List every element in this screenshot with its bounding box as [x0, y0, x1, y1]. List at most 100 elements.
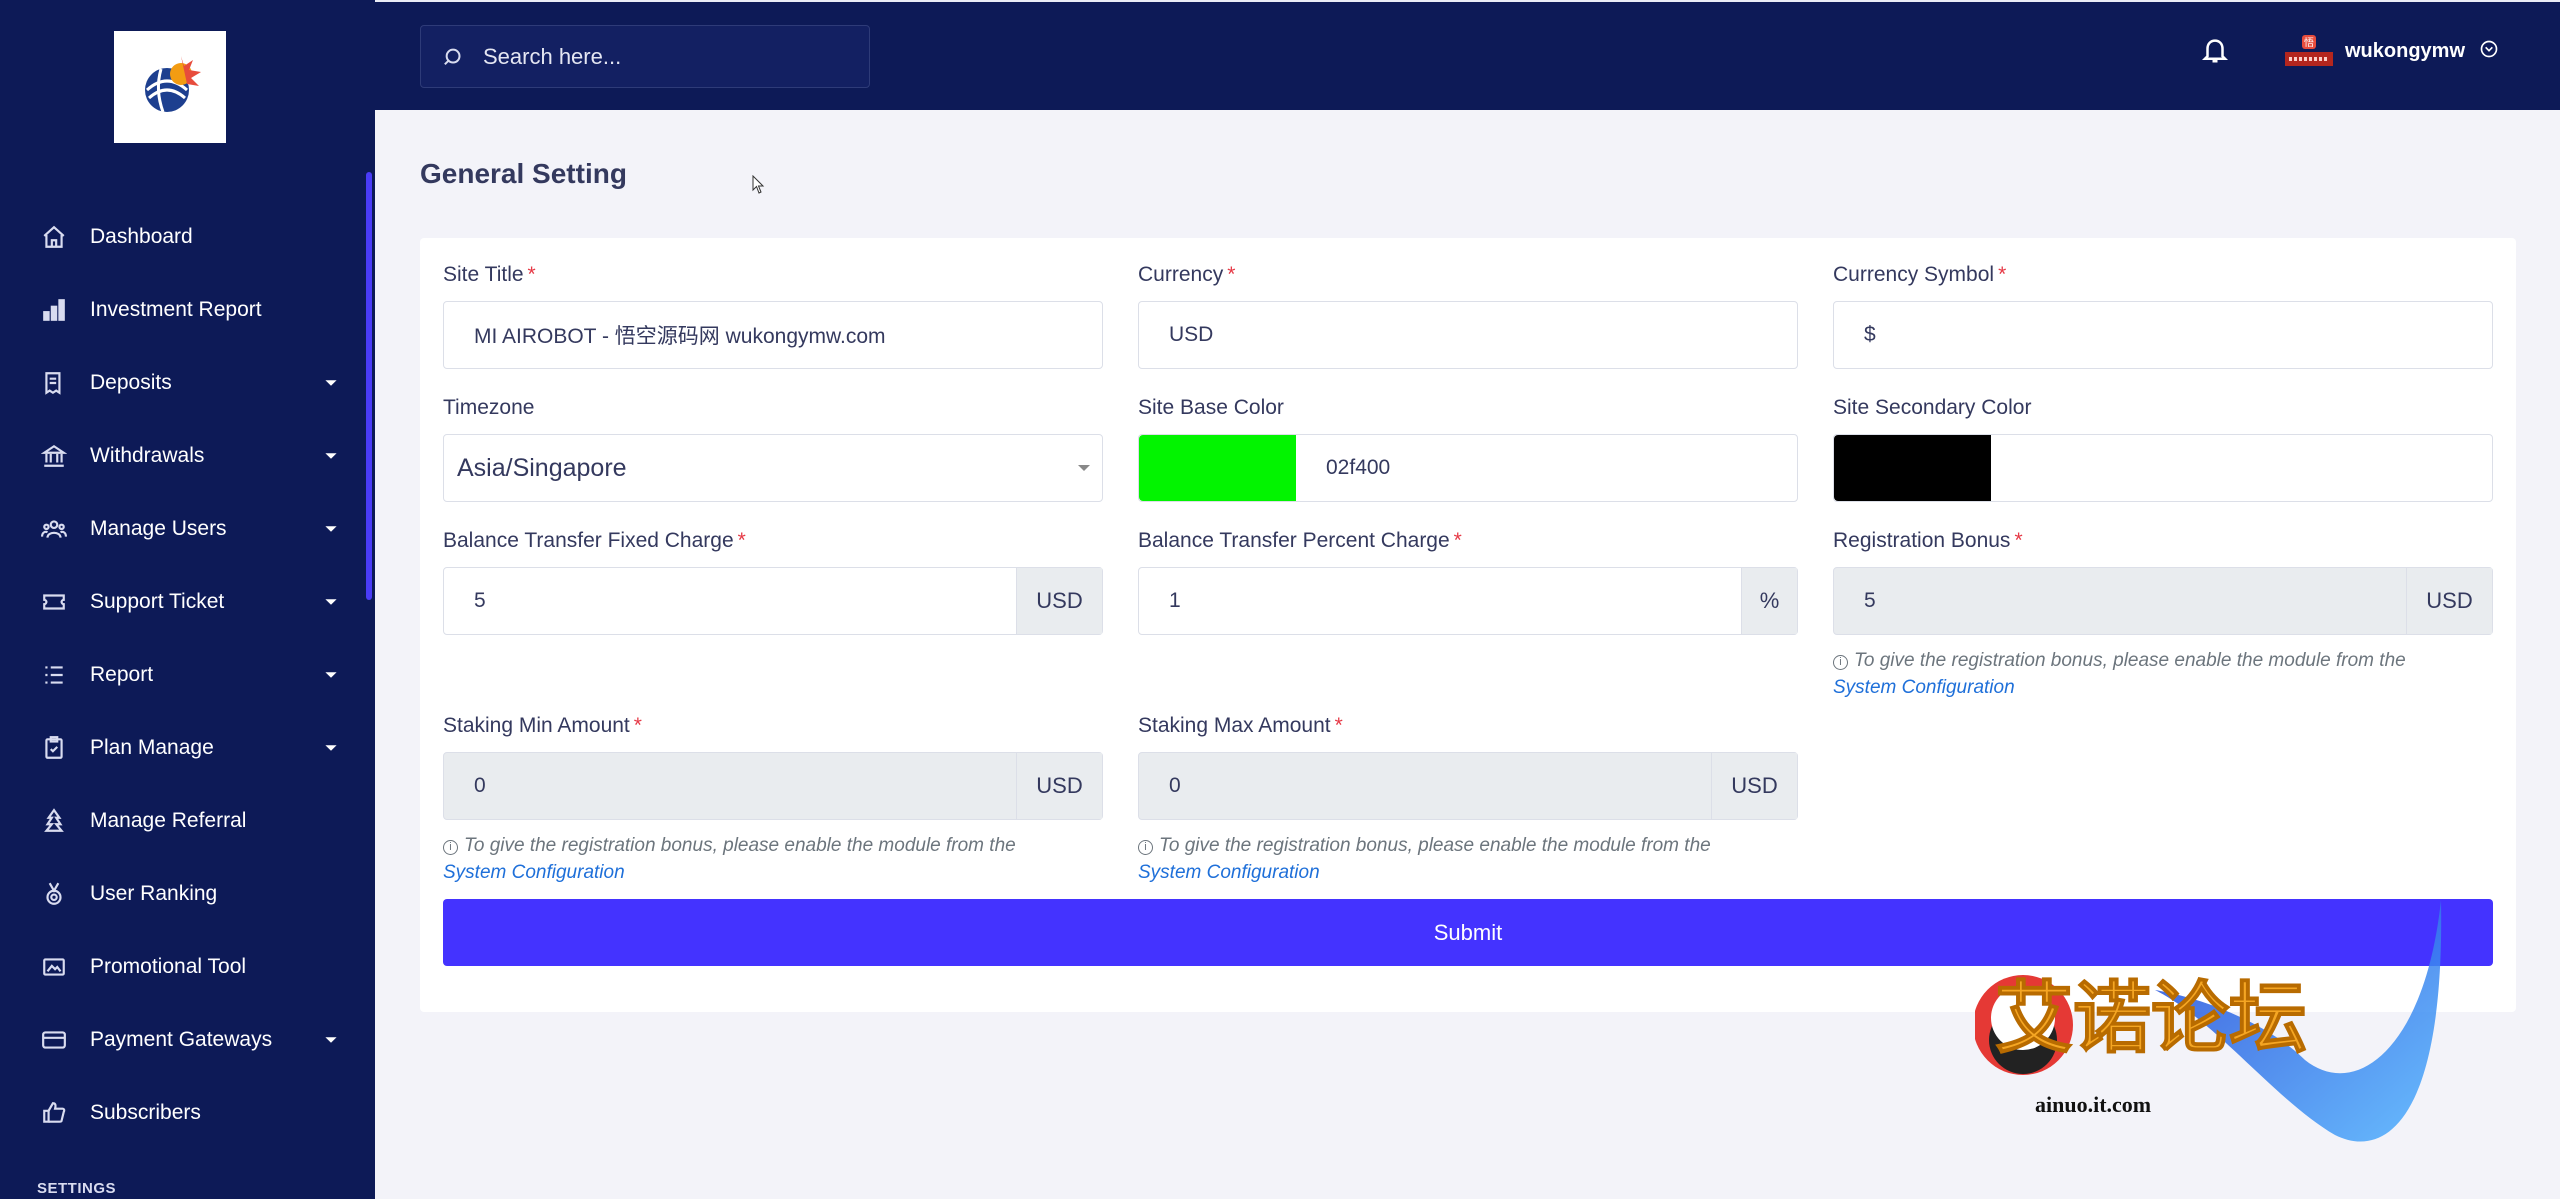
- sidebar-item-report[interactable]: Report: [0, 638, 366, 711]
- info-icon: i: [1138, 840, 1153, 855]
- bt-fixed-input[interactable]: 5 USD: [443, 567, 1103, 635]
- sidebar-item-plan-manage[interactable]: Plan Manage: [0, 711, 366, 784]
- sidebar-item-deposits[interactable]: Deposits: [0, 346, 366, 419]
- bt-fixed-value: 5: [474, 589, 486, 612]
- chevron-down-icon: [324, 741, 337, 753]
- staking-max-help: i To give the registration bonus, please …: [1138, 832, 1798, 886]
- required-mark: *: [1334, 714, 1343, 737]
- sidebar-item-promotional-tool[interactable]: Promotional Tool: [0, 930, 366, 1003]
- system-configuration-link[interactable]: System Configuration: [1833, 677, 2015, 698]
- required-mark: *: [527, 263, 536, 286]
- general-setting-form: Site Title * MI AIROBOT - 悟空源码网 wukongymw…: [420, 238, 2516, 1012]
- timezone-label: Timezone: [443, 396, 535, 419]
- currency-field: Currency * USD: [1138, 263, 1798, 369]
- search-input[interactable]: [483, 43, 863, 70]
- sidebar-item-label: Dashboard: [90, 224, 193, 248]
- secondary-color-swatch[interactable]: [1834, 435, 1991, 501]
- staking-max-value: 0: [1169, 774, 1181, 797]
- username: wukongymw: [2345, 39, 2466, 62]
- currency-addon: USD: [1711, 753, 1797, 819]
- registration-bonus-field: Registration Bonus * 5 USD i To give the re…: [1833, 529, 2493, 701]
- currency-addon: USD: [2406, 568, 2492, 634]
- sidebar-item-withdrawals[interactable]: Withdrawals: [0, 419, 366, 492]
- site-logo[interactable]: [114, 31, 226, 143]
- site-base-color-input[interactable]: 02f400: [1138, 434, 1798, 502]
- reg-bonus-label: Registration Bonus: [1833, 529, 2011, 552]
- sidebar-item-manage-users[interactable]: Manage Users: [0, 492, 366, 565]
- currency-symbol-label: Currency Symbol: [1833, 263, 1995, 286]
- sidebar-item-label: Manage Referral: [90, 808, 247, 832]
- sidebar-item-payment-gateways[interactable]: Payment Gateways: [0, 1003, 366, 1076]
- help-text: To give the registration bonus, please e…: [1159, 835, 1711, 856]
- sidebar-item-label: Promotional Tool: [90, 954, 247, 978]
- system-configuration-link[interactable]: System Configuration: [1138, 862, 1320, 883]
- search-box[interactable]: [420, 25, 870, 88]
- currency-symbol-field: Currency Symbol * $: [1833, 263, 2493, 369]
- watermark-domain: ainuo.it.com: [2035, 1092, 2152, 1117]
- currency-label: Currency: [1138, 263, 1224, 286]
- sidebar-item-label: Plan Manage: [90, 735, 214, 759]
- bt-percent-input[interactable]: 1%: [1138, 567, 1798, 635]
- notification-bell-icon[interactable]: [2200, 35, 2234, 69]
- site-title-input[interactable]: MI AIROBOT - 悟空源码网 wukongymw.com: [443, 301, 1103, 369]
- sidebar-item-user-ranking[interactable]: User Ranking: [0, 857, 366, 930]
- reg-bonus-value: 5: [1864, 589, 1876, 612]
- currency-symbol-value: $: [1864, 323, 1876, 346]
- sidebar-item-subscribers[interactable]: Subscribers: [0, 1076, 366, 1149]
- sidebar-scrollbar[interactable]: [366, 172, 372, 600]
- timezone-select[interactable]: Asia/Singapore: [443, 434, 1103, 502]
- required-mark: *: [737, 529, 746, 552]
- currency-input[interactable]: USD: [1138, 301, 1798, 369]
- globe-logo-icon: [145, 56, 201, 113]
- sidebar-item-label: Deposits: [90, 370, 172, 394]
- sidebar-item-label: Support Ticket: [90, 589, 225, 613]
- chevron-down-icon: [324, 376, 337, 388]
- bt-percent-value: 1: [1169, 589, 1181, 612]
- balance-transfer-percent-field: Balance Transfer Percent Charge * 1%: [1138, 529, 1798, 635]
- sidebar-item-manage-referral[interactable]: Manage Referral: [0, 784, 366, 857]
- site-base-color-label: Site Base Color: [1138, 396, 1284, 419]
- currency-symbol-input[interactable]: $: [1833, 301, 2493, 369]
- sidebar-item-label: Manage Users: [90, 516, 227, 540]
- user-menu[interactable]: 悟 wukongymw: [2283, 32, 2499, 70]
- users-icon: [40, 515, 68, 543]
- system-configuration-link[interactable]: System Configuration: [443, 862, 625, 883]
- receipt-icon: [40, 369, 68, 397]
- sidebar-item-label: User Ranking: [90, 881, 218, 905]
- sidebar-item-dashboard[interactable]: Dashboard: [0, 200, 366, 273]
- sidebar-item-label: Subscribers: [90, 1100, 201, 1124]
- sidebar-item-label: Report: [90, 662, 154, 686]
- watermark-title: 艾诺论坛: [1995, 974, 2307, 1064]
- info-icon: i: [443, 840, 458, 855]
- tree-icon: [40, 807, 68, 835]
- site-secondary-color-input[interactable]: [1833, 434, 2493, 502]
- timezone-field: Timezone Asia/Singapore: [443, 396, 1103, 502]
- staking-min-value: 0: [474, 774, 486, 797]
- staking-min-field: Staking Min Amount * 0 USD i To give the re…: [443, 714, 1103, 886]
- help-text: To give the registration bonus, please e…: [464, 835, 1016, 856]
- ticket-icon: [40, 588, 68, 616]
- image-icon: [40, 953, 68, 981]
- clipboard-icon: [40, 734, 68, 762]
- bt-percent-label: Balance Transfer Percent Charge: [1138, 529, 1450, 552]
- chevron-down-circle-icon: [2479, 39, 2499, 64]
- chevron-down-icon: [324, 449, 337, 461]
- base-color-value: 02f400: [1326, 456, 1391, 479]
- required-mark: *: [2014, 529, 2023, 552]
- sidebar-item-investment-report[interactable]: Investment Report: [0, 273, 366, 346]
- site-title-label: Site Title: [443, 263, 524, 286]
- required-mark: *: [633, 714, 642, 737]
- percent-addon: %: [1741, 568, 1797, 634]
- thumbs-up-icon: [40, 1099, 68, 1127]
- sidebar-section-settings: SETTINGS: [37, 1180, 117, 1197]
- balance-transfer-fixed-field: Balance Transfer Fixed Charge * 5 USD: [443, 529, 1103, 635]
- mouse-cursor-icon: [752, 175, 765, 194]
- sidebar-item-support-ticket[interactable]: Support Ticket: [0, 565, 366, 638]
- list-icon: [40, 661, 68, 689]
- bt-fixed-label: Balance Transfer Fixed Charge: [443, 529, 734, 552]
- base-color-swatch[interactable]: [1139, 435, 1296, 501]
- chevron-down-icon: [324, 595, 337, 607]
- reg-bonus-input: 5 USD: [1833, 567, 2493, 635]
- help-text: To give the registration bonus, please e…: [1854, 650, 2406, 671]
- svg-text:悟: 悟: [2304, 36, 2314, 49]
